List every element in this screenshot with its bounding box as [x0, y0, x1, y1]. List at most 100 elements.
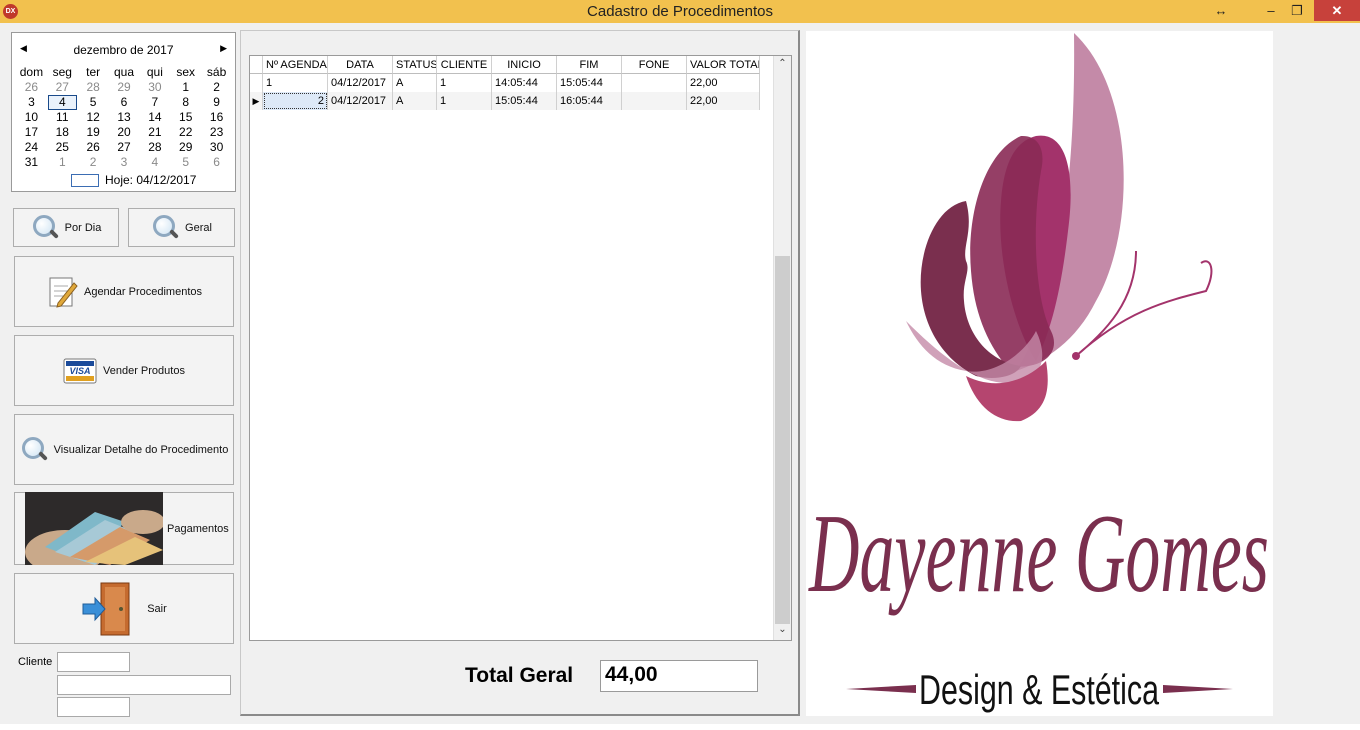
resize-icon[interactable]: ↔ — [1210, 0, 1232, 21]
cell-valor-total[interactable]: 22,00 — [687, 74, 760, 92]
calendar-day[interactable]: 14 — [139, 110, 170, 125]
calendar-day[interactable]: 6 — [109, 95, 140, 110]
next-month-icon[interactable]: ▶ — [220, 43, 227, 54]
today-marker-icon — [71, 173, 99, 187]
cell-cliente[interactable]: 1 — [437, 74, 492, 92]
today-label: Hoje: 04/12/2017 — [105, 173, 197, 187]
cell-data[interactable]: 04/12/2017 — [328, 74, 393, 92]
col-header-inicio[interactable]: INICIO — [492, 56, 557, 74]
calendar-day[interactable]: 30 — [201, 140, 232, 155]
calendar-day[interactable]: 28 — [139, 140, 170, 155]
scroll-down-icon[interactable]: ⌄ — [774, 624, 791, 635]
agendar-procedimentos-button[interactable]: Agendar Procedimentos — [14, 256, 234, 327]
cell-cliente[interactable]: 1 — [437, 92, 492, 110]
pagamentos-button[interactable]: Pagamentos — [14, 492, 234, 565]
cell-fim[interactable]: 15:05:44 — [557, 74, 622, 92]
calendar-day[interactable]: 26 — [16, 80, 47, 95]
total-geral-field[interactable]: 44,00 — [600, 660, 758, 692]
calendar-day[interactable]: 29 — [170, 140, 201, 155]
calendar-day[interactable]: 18 — [47, 125, 78, 140]
calendar-day[interactable]: 28 — [78, 80, 109, 95]
total-geral-label: Total Geral — [465, 664, 574, 687]
cell-fim[interactable]: 16:05:44 — [557, 92, 622, 110]
scroll-thumb[interactable] — [775, 256, 790, 624]
cell-inicio[interactable]: 14:05:44 — [492, 74, 557, 92]
calendar-day[interactable]: 27 — [47, 80, 78, 95]
calendar-day[interactable]: 20 — [109, 125, 140, 140]
calendar-day[interactable]: 31 — [16, 155, 47, 170]
visualizar-detalhe-button[interactable]: Visualizar Detalhe do Procedimento — [14, 414, 234, 485]
calendar-day[interactable]: 1 — [170, 80, 201, 95]
scroll-up-icon[interactable]: ⌃ — [774, 58, 791, 69]
minimize-button[interactable]: – — [1260, 0, 1282, 21]
cell-data[interactable]: 04/12/2017 — [328, 92, 393, 110]
cell-inicio[interactable]: 15:05:44 — [492, 92, 557, 110]
cliente-extra-field[interactable] — [57, 697, 130, 717]
calendar-day[interactable]: 4 — [139, 155, 170, 170]
calendar-day[interactable]: 8 — [170, 95, 201, 110]
calendar-day[interactable]: 30 — [139, 80, 170, 95]
calendar-day[interactable]: 7 — [139, 95, 170, 110]
calendar-day[interactable]: 2 — [201, 80, 232, 95]
vender-produtos-button[interactable]: VISA Vender Produtos — [14, 335, 234, 406]
col-header-agenda[interactable]: Nº AGENDA — [263, 56, 328, 74]
cell-status[interactable]: A — [393, 92, 437, 110]
calendar-day-selected[interactable]: 4 — [47, 95, 77, 110]
calendar-day[interactable]: 12 — [78, 110, 109, 125]
cell-fone[interactable] — [622, 92, 687, 110]
weekday-label: sáb — [206, 65, 227, 79]
calendar-day[interactable]: 13 — [109, 110, 140, 125]
month-calendar[interactable]: ◀ dezembro de 2017 ▶ dom seg ter qua qui… — [11, 32, 236, 192]
table-row[interactable]: ▶ 2 04/12/2017 A 1 15:05:44 16:05:44 22,… — [250, 92, 760, 110]
calendar-day[interactable]: 3 — [109, 155, 140, 170]
calendar-day[interactable]: 22 — [170, 125, 201, 140]
procedures-grid[interactable]: Nº AGENDA DATA STATUS CLIENTE INICIO FIM… — [249, 55, 792, 641]
col-header-data[interactable]: DATA — [328, 56, 393, 74]
col-header-cliente[interactable]: CLIENTE — [437, 56, 492, 74]
calendar-day[interactable]: 25 — [47, 140, 78, 155]
cell-status[interactable]: A — [393, 74, 437, 92]
calendar-today[interactable]: Hoje: 04/12/2017 — [71, 173, 196, 187]
calendar-day[interactable]: 21 — [139, 125, 170, 140]
geral-button[interactable]: Geral — [128, 208, 235, 247]
col-header-status[interactable]: STATUS — [393, 56, 437, 74]
calendar-day[interactable]: 3 — [16, 95, 47, 110]
cliente-name-field[interactable] — [57, 675, 231, 695]
visa-text: VISA — [70, 366, 91, 376]
col-header-valor-total[interactable]: VALOR TOTAL — [687, 56, 760, 74]
sair-button[interactable]: Sair — [14, 573, 234, 644]
calendar-day[interactable]: 16 — [201, 110, 232, 125]
calendar-week: 3 4 5 6 7 8 9 — [16, 95, 232, 110]
calendar-day[interactable]: 19 — [78, 125, 109, 140]
cell-agenda[interactable]: 1 — [263, 74, 328, 92]
restore-button[interactable]: ❐ — [1286, 0, 1308, 21]
col-header-fim[interactable]: FIM — [557, 56, 622, 74]
calendar-day[interactable]: 29 — [109, 80, 140, 95]
calendar-day[interactable]: 9 — [201, 95, 232, 110]
calendar-day[interactable]: 17 — [16, 125, 47, 140]
calendar-day[interactable]: 5 — [78, 95, 109, 110]
calendar-day[interactable]: 15 — [170, 110, 201, 125]
calendar-day[interactable]: 11 — [47, 110, 78, 125]
cell-agenda[interactable]: 2 — [263, 92, 328, 110]
cell-fone[interactable] — [622, 74, 687, 92]
calendar-day[interactable]: 10 — [16, 110, 47, 125]
calendar-day[interactable]: 27 — [109, 140, 140, 155]
calendar-day[interactable]: 1 — [47, 155, 78, 170]
cell-valor-total[interactable]: 22,00 — [687, 92, 760, 110]
calendar-day[interactable]: 23 — [201, 125, 232, 140]
row-indicator — [250, 74, 263, 92]
calendar-day[interactable]: 5 — [170, 155, 201, 170]
calendar-day[interactable]: 24 — [16, 140, 47, 155]
col-header-fone[interactable]: FONE — [622, 56, 687, 74]
close-button[interactable]: ✕ — [1314, 0, 1360, 21]
calendar-day[interactable]: 2 — [78, 155, 109, 170]
calendar-day[interactable]: 6 — [201, 155, 232, 170]
cliente-code-field[interactable] — [57, 652, 130, 672]
por-dia-button[interactable]: Por Dia — [13, 208, 119, 247]
calendar-day[interactable]: 26 — [78, 140, 109, 155]
logo-name-text: Dayenne Gomes — [808, 492, 1269, 616]
table-row[interactable]: 1 04/12/2017 A 1 14:05:44 15:05:44 22,00 — [250, 74, 760, 92]
calendar-week: 24 25 26 27 28 29 30 — [16, 140, 232, 155]
grid-vertical-scrollbar[interactable]: ⌃ ⌄ — [773, 56, 791, 640]
